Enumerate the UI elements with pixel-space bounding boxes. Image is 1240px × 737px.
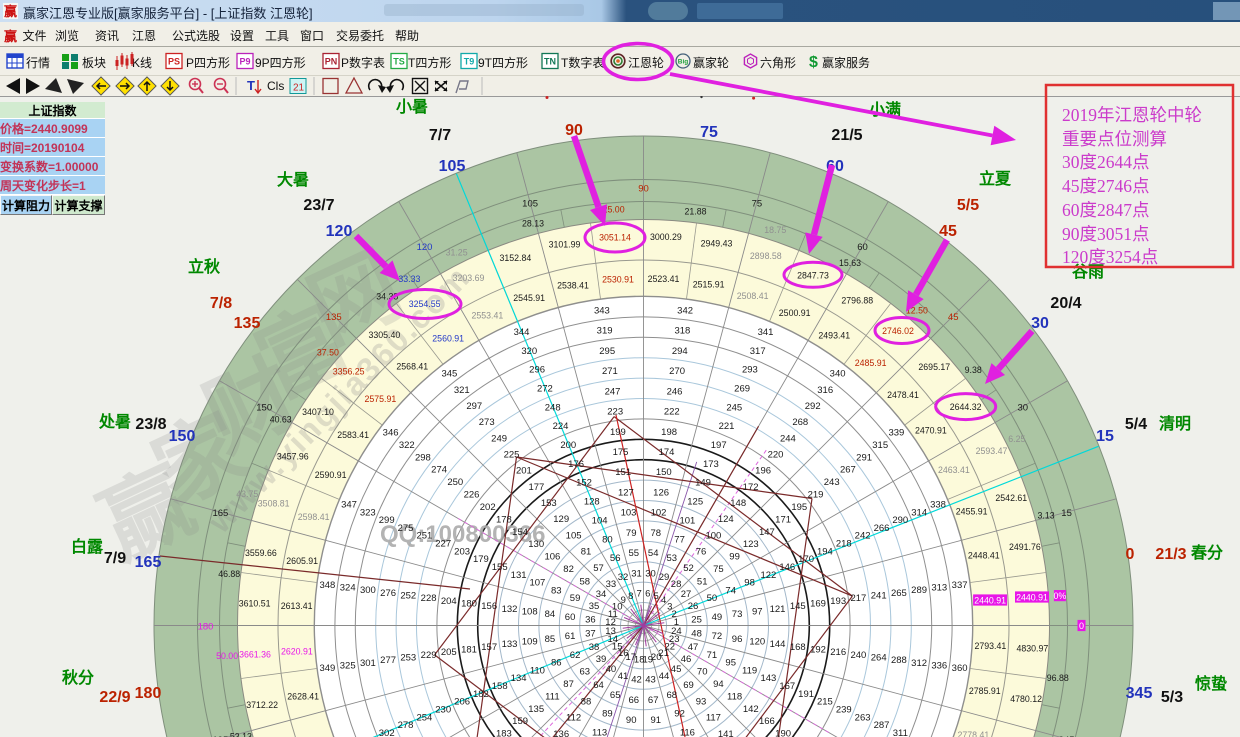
svg-text:重要点位测算: 重要点位测算 <box>1062 126 1167 151</box>
svg-text:60度2847点: 60度2847点 <box>1062 197 1150 222</box>
svg-text:2019年江恩轮中轮: 2019年江恩轮中轮 <box>1062 102 1202 127</box>
svg-text:30度2644点: 30度2644点 <box>1062 149 1150 174</box>
svg-text:90度3051点: 90度3051点 <box>1062 221 1150 246</box>
svg-text:120度3254点: 120度3254点 <box>1062 244 1158 269</box>
svg-text:45度2746点: 45度2746点 <box>1062 173 1150 198</box>
